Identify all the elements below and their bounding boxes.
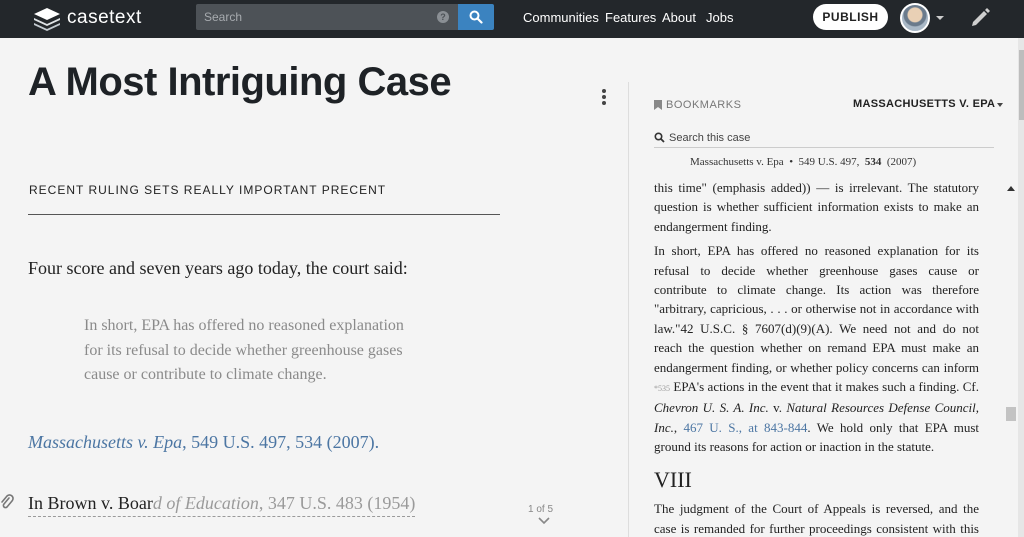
block-quote[interactable]: In short, EPA has offered no reasoned ex… [84,314,404,388]
citation-reporter: , 549 U.S. 497, 534 (2007). [182,432,380,452]
search-icon [469,10,483,24]
opinion-paragraph[interactable]: In short, EPA has offered no reasoned ex… [654,241,979,456]
case-selector[interactable]: MASSACHUSETTS V. EPA [853,98,995,110]
nav-features[interactable]: Features [605,10,656,25]
case-link[interactable]: 467 U. S., at 843-844 [683,420,807,435]
search-case-input[interactable] [669,129,989,146]
draft-paragraph[interactable]: In Brown v. Board of Education, 347 U.S.… [28,493,416,517]
bookmark-icon [654,100,662,110]
draft-text-faded: d of Education, 347 U.S. 483 (1954) [152,493,416,513]
search-button[interactable] [458,4,494,30]
pencil-icon[interactable] [969,5,993,29]
publish-button[interactable]: PUBLISH [813,4,888,30]
scrollbar-thumb[interactable] [1006,407,1016,421]
pagination-indicator: 1 of 5 [528,504,554,515]
case-citation-header: Massachusetts v. Epa • 549 U.S. 497, 534… [690,156,917,168]
vertical-dots-icon[interactable] [600,89,608,107]
opinion-paragraph[interactable]: The judgment of the Court of Appeals is … [654,499,979,537]
section-heading: VIII [654,466,692,492]
opinion-text[interactable]: this time" (emphasis added)) — is irrele… [654,178,979,537]
top-navigation-bar: casetext ? Communities Features About Jo… [0,0,1024,38]
nav-jobs[interactable]: Jobs [706,10,733,25]
chevron-down-icon[interactable] [936,16,944,20]
chevron-down-icon[interactable] [997,103,1003,107]
page-title: A Most Intriguing Case [28,60,452,104]
draft-text: In Brown v. Boar [28,493,153,513]
page-marker: *535 [654,384,670,394]
panel-divider [628,82,629,537]
bookmarks-toggle[interactable]: BOOKMARKS [666,99,741,111]
nav-communities[interactable]: Communities [523,10,599,25]
casetext-logo-icon[interactable] [32,6,62,32]
article-subtitle: RECENT RULING SETS REALLY IMPORTANT PREC… [29,183,387,197]
global-search-input[interactable] [204,4,434,30]
question-circle-icon[interactable]: ? [437,11,449,23]
page-scrollbar-thumb[interactable] [1019,50,1024,120]
global-search: ? [196,4,458,30]
opinion-scrollbar[interactable] [1004,180,1018,537]
user-avatar[interactable] [900,3,930,33]
intro-paragraph[interactable]: Four score and seven years ago today, th… [28,258,408,279]
brand-name[interactable]: casetext [67,7,142,29]
citation-case-name: Massachusetts v. Epa [28,432,183,452]
opinion-paragraph[interactable]: this time" (emphasis added)) — is irrele… [654,178,979,236]
search-icon [654,132,665,143]
divider [654,147,994,148]
chevron-down-icon[interactable] [537,516,551,526]
divider [28,214,500,215]
nav-about[interactable]: About [662,10,696,25]
case-citation-link[interactable]: Massachusetts v. Epa, 549 U.S. 497, 534 … [28,432,379,453]
paperclip-icon[interactable] [0,494,14,510]
scroll-up-arrow[interactable] [1007,186,1015,191]
